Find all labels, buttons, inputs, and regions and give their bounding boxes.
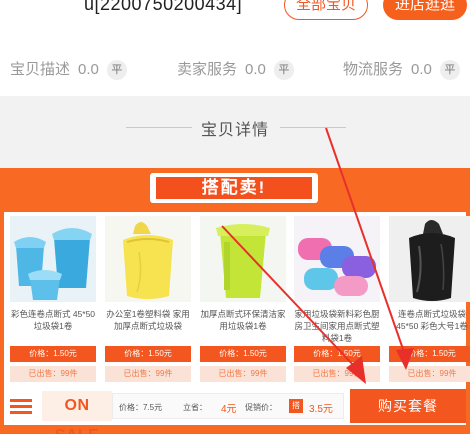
save-value: 4元 [221, 404, 237, 415]
product-sold: 已出售：99件 [389, 366, 470, 382]
rating-score: 0.0 [78, 61, 99, 78]
black-trash-bag-image [389, 216, 470, 302]
combo-title: 搭配卖! [156, 177, 312, 199]
product-sold: 已出售：99件 [105, 366, 191, 382]
product-sold: 已出售：99件 [10, 366, 96, 382]
product-name: 办公室1卷塑料袋 家用加厚点断式垃圾袋 [106, 309, 190, 331]
combo-bottom-bar: ON SALE 价格：7.5元 立省： 4元 促销价： 搭 3.5元 购买套餐 [4, 387, 466, 434]
rating-level-badge: 平 [106, 60, 127, 80]
combo-product-card[interactable]: 家用垃圾袋新料彩色厨房卫生间家用点断式塑料袋1卷 价格：1.50元 已出售：99… [294, 216, 380, 404]
rating-level-badge: 平 [439, 60, 460, 80]
product-price: 价格：1.50元 [105, 346, 191, 362]
rating-level-badge: 平 [273, 60, 294, 80]
product-price: 价格：1.50元 [389, 346, 470, 362]
combo-product-card[interactable]: 办公室1卷塑料袋 家用加厚点断式垃圾袋 价格：1.50元 已出售：99件 [105, 216, 191, 404]
save-label: 立省： [183, 403, 207, 412]
combo-price-box: 价格：7.5元 立省： 4元 促销价： 搭 3.5元 [112, 393, 344, 419]
enter-shop-button[interactable]: 进店逛逛 [383, 0, 467, 20]
buy-combo-button[interactable]: 购买套餐 [350, 389, 466, 423]
product-name: 连卷点断式垃圾袋 45*50 彩色大号1卷 [396, 309, 468, 331]
promo-value: 3.5元 [309, 404, 333, 415]
promo-tag: 搭 [289, 399, 303, 413]
rating-score: 0.0 [245, 61, 266, 78]
onsale-label: ON SALE [42, 391, 112, 434]
product-price: 价格：1.50元 [294, 346, 380, 362]
rating-label: 物流服务 [343, 61, 404, 78]
blue-bins-with-bags-image [10, 216, 96, 302]
shop-id-text: u[2200750200434] [84, 0, 243, 14]
green-trash-can-image [200, 216, 286, 302]
combo-product-card[interactable]: 彩色连卷点断式 45*50 垃圾袋1卷 价格：1.50元 已出售：99件 [10, 216, 96, 404]
promo-label: 促销价： [245, 403, 277, 412]
combo-product-card[interactable]: 连卷点断式垃圾袋 45*50 彩色大号1卷 价格：1.50元 已出售：99件 [389, 216, 470, 404]
menu-icon[interactable] [10, 397, 32, 415]
product-sold: 已出售：99件 [200, 366, 286, 382]
shop-header: u[2200750200434] 全部宝贝 进店逛逛 [0, 0, 470, 46]
original-price: 价格：7.5元 [119, 403, 163, 412]
product-name: 彩色连卷点断式 45*50 垃圾袋1卷 [10, 309, 96, 331]
product-price: 价格：1.50元 [200, 346, 286, 362]
product-name: 家用垃圾袋新料彩色厨房卫生间家用点断式塑料袋1卷 [294, 309, 380, 343]
rating-label: 宝贝描述 [10, 61, 71, 78]
details-title: 宝贝详情 [200, 122, 269, 139]
product-name: 加厚点断式环保清洁家用垃圾袋1卷 [200, 309, 286, 331]
shop-ratings: 宝贝描述 0.0 平 卖家服务 0.0 平 物流服务 0.0 平 [0, 50, 470, 90]
combo-title-box: 搭配卖! [150, 173, 318, 203]
rating-logistics: 物流服务 0.0 平 [343, 58, 460, 80]
rating-score: 0.0 [411, 61, 432, 78]
all-items-button[interactable]: 全部宝贝 [284, 0, 368, 20]
yellow-trash-bag-image [105, 216, 191, 302]
product-price: 价格：1.50元 [10, 346, 96, 362]
rating-label: 卖家服务 [177, 61, 238, 78]
product-sold: 已出售：99件 [294, 366, 380, 382]
details-section-header: 宝贝详情 [0, 96, 470, 168]
combo-product-card[interactable]: 加厚点断式环保清洁家用垃圾袋1卷 价格：1.50元 已出售：99件 [200, 216, 286, 404]
divider-right [280, 127, 346, 128]
rating-description: 宝贝描述 0.0 平 [10, 58, 127, 80]
rating-service: 卖家服务 0.0 平 [177, 58, 294, 80]
colorful-bag-rolls-image [294, 216, 380, 302]
